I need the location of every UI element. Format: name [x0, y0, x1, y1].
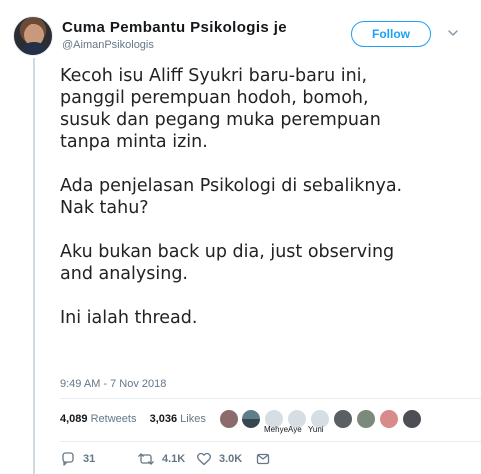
engagement-stats: 4,089 Retweets 3,036 Likes: [60, 413, 206, 425]
message-icon: [256, 453, 270, 465]
tweet-line: Ini ialah thread.: [60, 308, 198, 328]
stats-divider-top: [60, 398, 481, 399]
tweet-text: Kecoh isu Aliff Syukri baru-baru ini, pa…: [60, 65, 470, 351]
liker-avatar-icon[interactable]: [333, 409, 353, 429]
liker-avatar-icon[interactable]: [402, 409, 422, 429]
chevron-down-icon[interactable]: [447, 27, 459, 39]
tweet-actions: 31 4.1K 3.0K: [60, 451, 310, 467]
liker-avatars: Mehye Aye Yuni: [219, 409, 429, 434]
tweet-paragraph: Ini ialah thread.: [60, 307, 470, 329]
liker-name: Mehye: [264, 425, 289, 434]
tweet-timestamp[interactable]: 9:49 AM - 7 Nov 2018: [60, 378, 166, 390]
reply-count: 31: [83, 453, 96, 465]
retweet-button[interactable]: 4.1K: [137, 451, 185, 467]
liker-avatar-icon[interactable]: [356, 409, 376, 429]
liker-avatar-icon[interactable]: [219, 409, 239, 429]
likes-count[interactable]: 3,036: [150, 413, 178, 425]
tweet-card: Cuma Pembantu Psikologis je @AimanPsikol…: [0, 0, 481, 474]
retweet-icon: [138, 453, 154, 465]
tweet-line: tanpa minta izin.: [60, 132, 208, 152]
liker-name: Yuni: [308, 425, 324, 434]
tweet-paragraph: Ada penjelasan Psikologi di sebaliknya. …: [60, 175, 470, 219]
message-button[interactable]: [255, 451, 271, 467]
tweet-line: Ada penjelasan Psikologi di sebaliknya.: [60, 176, 403, 196]
liker-name: Aye: [288, 425, 302, 434]
thread-line: [33, 58, 35, 474]
actions-divider-top: [60, 441, 481, 442]
follow-button[interactable]: Follow: [351, 21, 431, 47]
reply-icon: [62, 452, 74, 466]
heart-icon: [197, 452, 211, 466]
username[interactable]: @AimanPsikologis: [62, 39, 154, 51]
tweet-line: and analysing.: [60, 264, 188, 284]
retweets-label[interactable]: Retweets: [91, 413, 137, 425]
liker-avatar-icon[interactable]: [379, 409, 399, 429]
likes-label[interactable]: Likes: [180, 413, 206, 425]
tweet-line: panggil perempuan hodoh, bomoh,: [60, 88, 369, 108]
tweet-line: Aku bukan back up dia, just observing: [60, 242, 395, 262]
display-name[interactable]: Cuma Pembantu Psikologis je: [62, 19, 287, 36]
tweet-line: Kecoh isu Aliff Syukri baru-baru ini,: [60, 66, 368, 86]
liker-avatar-icon[interactable]: [241, 409, 261, 429]
retweet-count: 4.1K: [162, 453, 186, 465]
reply-button[interactable]: 31: [60, 451, 95, 467]
tweet-paragraph: Aku bukan back up dia, just observing an…: [60, 241, 470, 285]
tweet-line: susuk dan pegang muka perempuan: [60, 110, 381, 130]
like-button[interactable]: 3.0K: [196, 451, 242, 467]
profile-avatar-icon[interactable]: [13, 16, 53, 56]
like-count: 3.0K: [219, 453, 243, 465]
tweet-paragraph: Kecoh isu Aliff Syukri baru-baru ini, pa…: [60, 65, 470, 153]
retweets-count[interactable]: 4,089: [60, 413, 88, 425]
tweet-line: Nak tahu?: [60, 198, 149, 218]
